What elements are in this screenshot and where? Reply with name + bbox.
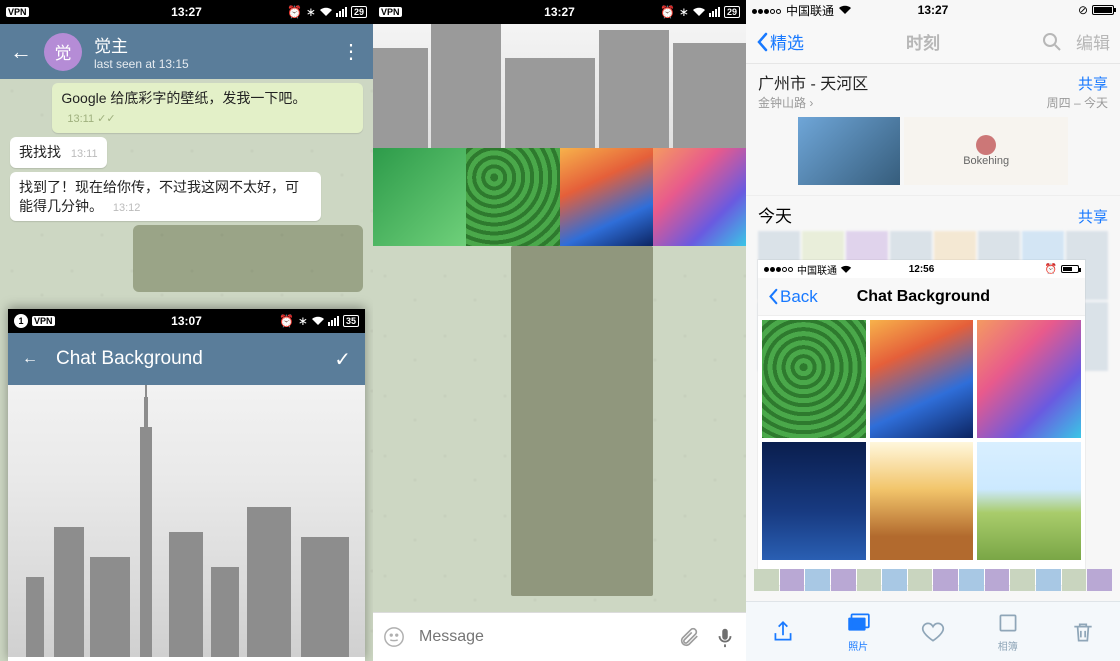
- sent-image[interactable]: [373, 24, 746, 148]
- wallpaper-preview[interactable]: [8, 385, 365, 657]
- message-time: 13:12: [113, 201, 141, 216]
- screen-title: Chat Background: [56, 348, 316, 370]
- contact-name: 觉主: [94, 32, 329, 57]
- share-icon: [770, 619, 796, 645]
- moments-title[interactable]: 广州市 - 天河区: [758, 70, 868, 94]
- more-icon[interactable]: ⋮: [341, 39, 363, 64]
- search-icon[interactable]: [1042, 32, 1062, 52]
- nav-back[interactable]: 精选: [756, 29, 804, 54]
- moments-thumbnail[interactable]: Bokehing: [798, 117, 1068, 185]
- wallpaper-option[interactable]: [977, 320, 1081, 438]
- nav-title-blur: 时刻: [804, 29, 1042, 54]
- wallpaper-grid: [758, 316, 1085, 564]
- status-time: 13:27: [746, 3, 1120, 17]
- moments-date: 周四 – 今天: [1047, 94, 1108, 111]
- message-text: 我找找: [19, 144, 61, 160]
- image-thumb[interactable]: [653, 148, 746, 246]
- ios-status-bar: 中国联通 13:27 ⊘: [746, 0, 1120, 20]
- back-icon[interactable]: ←: [10, 39, 32, 65]
- confirm-icon[interactable]: ✓: [334, 347, 351, 372]
- chat-title-block[interactable]: 觉主 last seen at 13:15: [94, 32, 329, 71]
- screenshot-chat: VPN 13:27 ⏰ ∗ 29 ← 觉 觉主 last seen at 13:…: [0, 0, 373, 661]
- photos-icon: [845, 610, 871, 636]
- message-text: Google 给底彩字的壁纸，发我一下吧。: [61, 90, 306, 106]
- edit-label[interactable]: 编辑: [1076, 29, 1110, 54]
- wallpaper-option[interactable]: [977, 442, 1081, 560]
- today-title[interactable]: 今天: [758, 202, 792, 227]
- battery-icon: [1061, 265, 1079, 273]
- android-status-bar: VPN 13:27 ⏰ ∗ 29: [0, 0, 373, 24]
- screen-header: ← Chat Background ✓: [8, 333, 365, 385]
- message-out[interactable]: Google 给底彩字的壁纸，发我一下吧。 13:11 ✓✓: [52, 83, 363, 133]
- status-time: 13:07: [8, 314, 365, 328]
- message-time: 13:11: [67, 113, 94, 125]
- emoji-icon[interactable]: [383, 626, 405, 648]
- avatar-icon: [976, 135, 996, 155]
- bottom-toolbar: 照片 相簿: [746, 601, 1120, 661]
- sent-images-row: [373, 148, 746, 246]
- chevron-left-icon: [768, 288, 778, 305]
- image-upload-placeholder[interactable]: [511, 246, 653, 596]
- status-time: 12:56: [758, 264, 1085, 275]
- wallpaper-option[interactable]: [762, 442, 866, 560]
- chevron-left-icon: [756, 32, 768, 52]
- today-section-header: 今天 共享: [746, 195, 1120, 231]
- moments-subtitle: 金钟山路 ›: [758, 94, 813, 111]
- ios-status-bar: 中国联通 12:56 ⏰: [758, 260, 1085, 278]
- back-icon[interactable]: ←: [22, 350, 38, 368]
- tab-photos[interactable]: 照片: [845, 610, 871, 653]
- trash-icon: [1070, 619, 1096, 645]
- albums-icon: [995, 610, 1021, 636]
- battery-icon: [1092, 5, 1114, 15]
- read-check-icon: ✓✓: [97, 113, 115, 125]
- image-thumb[interactable]: [466, 148, 559, 246]
- nav-back-label: Back: [780, 287, 818, 307]
- wallpaper-option[interactable]: [870, 442, 974, 560]
- film-strip[interactable]: [754, 569, 1112, 591]
- share-link[interactable]: 共享: [1078, 206, 1108, 227]
- wallpaper-option[interactable]: [870, 320, 974, 438]
- message-time: 13:11: [71, 147, 98, 162]
- ios-chat-background-screen: 中国联通 12:56 ⏰ Back Chat Background: [758, 260, 1085, 585]
- card-label: Bokehing: [963, 155, 1009, 167]
- wallpaper-option[interactable]: [762, 320, 866, 438]
- status-time: 13:27: [373, 5, 746, 19]
- last-seen: last seen at 13:15: [94, 57, 329, 71]
- tab-label: 照片: [848, 638, 868, 653]
- tab-albums[interactable]: 相簿: [995, 610, 1021, 653]
- tab-label: 相簿: [998, 638, 1018, 653]
- message-in[interactable]: 我找找 13:11: [10, 137, 107, 168]
- delete-button[interactable]: [1070, 619, 1096, 645]
- android-status-bar: 1 VPN 13:07 ⏰ ∗ 35: [8, 309, 365, 333]
- message-text: 找到了！现在给你传，不过我这网不太好，可能得几分钟。: [19, 179, 299, 214]
- nav-bar: Back Chat Background: [758, 278, 1085, 316]
- chat-header: ← 觉 觉主 last seen at 13:15 ⋮: [0, 24, 373, 79]
- image-upload-placeholder[interactable]: [133, 225, 363, 292]
- mic-icon[interactable]: [714, 626, 736, 648]
- android-status-bar: VPN 13:27 ⏰ ∗ 29: [373, 0, 746, 24]
- nav-back-label: 精选: [770, 29, 804, 54]
- image-thumb[interactable]: [373, 148, 466, 246]
- avatar[interactable]: 觉: [44, 33, 82, 71]
- screenshot-ios-photos: 中国联通 13:27 ⊘ 精选 时刻 编辑 广州市 - 天河区 共享 金钟山路 …: [746, 0, 1120, 661]
- status-time: 13:27: [0, 5, 373, 19]
- favorite-button[interactable]: [920, 619, 946, 645]
- nav-bar: 精选 时刻 编辑: [746, 20, 1120, 64]
- message-input[interactable]: [419, 628, 664, 646]
- chat-background-screen: 1 VPN 13:07 ⏰ ∗ 35 ← Chat Background ✓: [8, 309, 365, 661]
- compose-bar: [373, 612, 746, 661]
- share-link[interactable]: 共享: [1078, 73, 1108, 94]
- message-in[interactable]: 找到了！现在给你传，不过我这网不太好，可能得几分钟。 13:12: [10, 172, 321, 222]
- heart-icon: [920, 619, 946, 645]
- share-button[interactable]: [770, 619, 796, 645]
- chevron-right-icon: ›: [809, 96, 813, 110]
- screen-title: Chat Background: [818, 288, 1029, 306]
- nav-back[interactable]: Back: [768, 287, 818, 307]
- moments-section: 广州市 - 天河区 共享 金钟山路 › 周四 – 今天 Bokehing: [746, 64, 1120, 195]
- screenshot-attachments: VPN 13:27 ⏰ ∗ 29: [373, 0, 746, 661]
- attach-icon[interactable]: [678, 626, 700, 648]
- image-thumb[interactable]: [560, 148, 653, 246]
